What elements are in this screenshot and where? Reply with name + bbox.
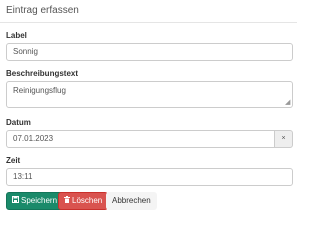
save-icon [12,194,19,210]
clear-date-icon[interactable]: × [274,130,293,148]
cancel-label: Abbrechen [112,196,151,205]
label-field-label: Label [6,31,27,40]
description-textarea[interactable]: Reinigungsflug ◢ [6,81,293,108]
cancel-button[interactable]: Abbrechen [106,192,157,210]
save-label: Speichern [21,196,58,205]
resize-grip-icon[interactable]: ◢ [285,99,291,106]
description-text: Reinigungsflug [13,86,66,95]
save-button[interactable]: Speichern [6,192,64,210]
delete-label: Löschen [72,196,103,205]
trash-icon [64,194,70,210]
title-divider [0,22,297,23]
time-input[interactable]: 13:11 [6,168,293,186]
label-input[interactable]: Sonnig [6,43,293,61]
time-field-label: Zeit [6,156,21,165]
form-title: Eintrag erfassen [6,5,79,16]
date-input-group: 07.01.2023 × [6,130,293,148]
date-input[interactable]: 07.01.2023 [6,130,275,148]
description-field-label: Beschreibungstext [6,69,79,78]
date-field-label: Datum [6,118,31,127]
delete-button[interactable]: Löschen [58,192,109,210]
